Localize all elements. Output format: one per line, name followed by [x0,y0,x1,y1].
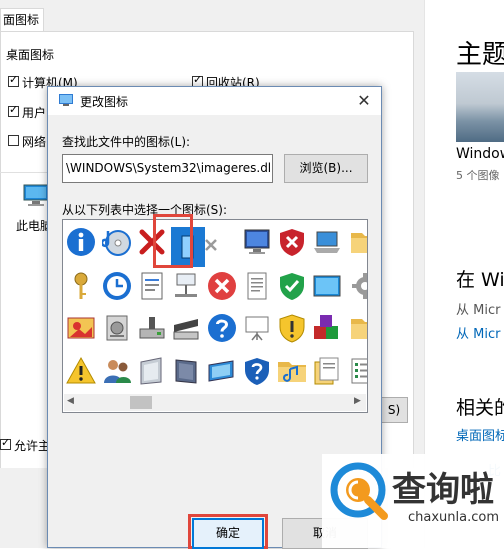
page-title: 主题 [456,40,504,70]
icon-list[interactable]: ◀ ▶ [62,219,368,413]
tablet-icon[interactable] [137,356,167,386]
store-link[interactable]: 从 Micr [456,323,500,342]
scroll-left-icon[interactable]: ◀ [67,396,74,406]
drive-icon[interactable] [102,313,132,343]
theme-name[interactable]: Window [456,146,504,162]
watermark-domain: chaxunla.com [408,510,499,525]
desktop-icons-group-label: 桌面图标 [6,48,55,62]
related-settings-heading: 相关的 [456,397,504,419]
warning-shield-icon[interactable] [277,313,307,343]
tab-desktop-icons[interactable]: 面图标 [0,8,44,32]
network-icon[interactable] [171,271,201,301]
folder-icon[interactable] [350,227,368,257]
info-icon[interactable] [66,227,96,257]
scanner-icon[interactable] [171,313,201,343]
icon-list-label: 从以下列表中选择一个图标(S): [62,203,228,217]
checkbox-box[interactable] [8,73,19,87]
music-folder-icon[interactable] [277,356,307,386]
dialog-title: 更改图标 [80,95,129,109]
file-path-input[interactable]: \WINDOWS\System32\imageres.dll [62,154,273,183]
ok-button[interactable]: 确定 [192,518,264,549]
monitor-icon[interactable] [242,227,272,257]
shield-x-icon[interactable] [277,227,307,257]
store-source-text: 从 Micr [456,303,501,318]
help-icon[interactable] [207,313,237,343]
theme-thumbnail[interactable] [456,72,504,142]
document-icon[interactable] [137,271,167,301]
photo-icon[interactable] [66,313,96,343]
file-path-label: 查找此文件中的图标(L): [62,135,191,149]
window-icon [59,94,73,106]
checkbox-box[interactable] [0,436,11,450]
horizontal-scrollbar[interactable]: ◀ ▶ [64,394,366,411]
watermark-brand: 查询啦 [392,470,494,510]
display-icon[interactable] [207,356,237,386]
shield-help-icon[interactable] [242,356,272,386]
laptop-icon[interactable] [312,227,342,257]
presentation-icon[interactable] [242,313,272,343]
users-icon[interactable] [102,356,132,386]
checkbox-box[interactable] [8,135,19,146]
text-file-icon[interactable] [242,271,272,301]
warning-icon[interactable] [66,356,96,386]
watermark-logo-icon [330,462,388,520]
notebook-icon[interactable] [171,356,201,386]
close-icon[interactable]: ✕ [354,91,374,111]
scrollbar-thumb[interactable] [130,396,152,409]
watermark: 查询啦 chaxunla.com [322,454,504,548]
shield-check-icon[interactable] [277,271,307,301]
checkbox-box[interactable] [8,103,19,117]
desktop-icon-settings-link[interactable]: 桌面图标 [456,425,504,444]
computer-icon[interactable] [22,183,50,207]
selected-icon-highlight [153,214,193,268]
gray-x-icon[interactable] [203,237,219,253]
list-icon[interactable] [350,356,368,386]
usb-icon[interactable] [137,313,167,343]
restore-default-button[interactable]: S) [380,397,408,423]
theme-image-count: 5 个图像 [456,169,500,182]
browse-button[interactable]: 浏览(B)... [284,154,368,183]
music-disc-icon[interactable] [102,227,132,257]
documents-icon[interactable] [312,356,342,386]
key-icon[interactable] [66,271,96,301]
screen-icon[interactable] [312,271,342,301]
store-heading: 在 Wi [456,269,504,291]
boxes-icon[interactable] [312,313,342,343]
scroll-right-icon[interactable]: ▶ [354,396,361,406]
dialog-titlebar[interactable]: 更改图标 ✕ [48,87,381,115]
folder-icon[interactable] [350,313,368,343]
error-icon[interactable] [207,271,237,301]
divider [0,172,48,173]
clock-icon[interactable] [102,271,132,301]
gear-icon[interactable] [350,271,368,301]
